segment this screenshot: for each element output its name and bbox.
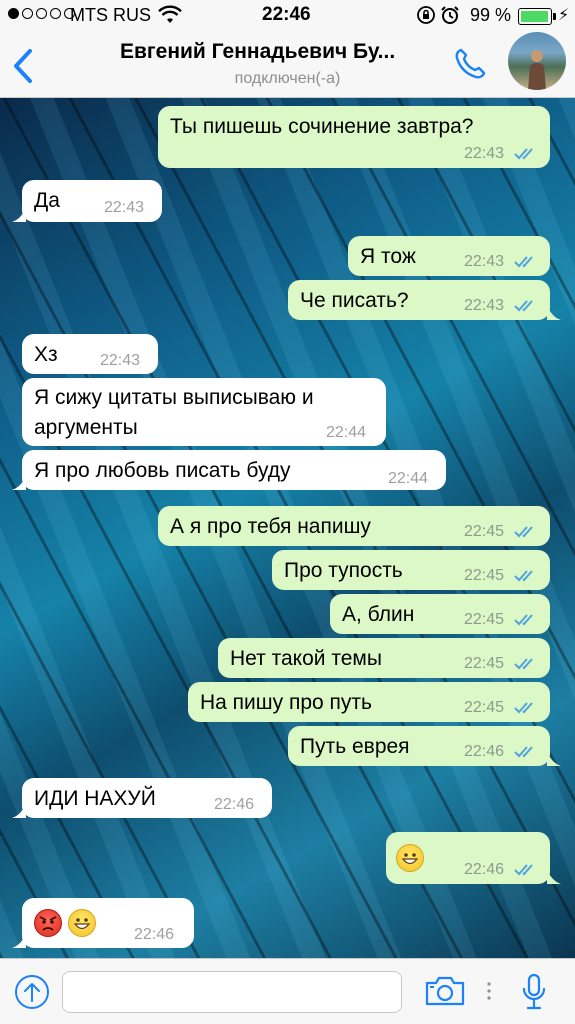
bubble-tail (547, 306, 561, 320)
message-time: 22:46 (464, 743, 505, 760)
message-time: 22:43 (464, 253, 505, 270)
message-text: Я сижу цитаты выписываю и аргументы (34, 386, 314, 439)
message-time: 22:46 (464, 861, 505, 878)
bubble-tail (12, 804, 26, 818)
share-upload-icon[interactable] (14, 974, 50, 1010)
bubble-tail (547, 752, 561, 766)
message-incoming[interactable]: Я сижу цитаты выписываю и аргументы 22:4… (22, 378, 386, 446)
rotation-lock-icon (417, 6, 435, 24)
grinning-face-icon (396, 844, 424, 872)
composer-bar (0, 958, 575, 1024)
message-text: Нет такой темы (230, 647, 382, 670)
message-time: 22:45 (464, 523, 505, 540)
wifi-icon (158, 5, 182, 23)
message-incoming[interactable]: 22:46 (22, 898, 194, 948)
message-time: 22:43 (104, 199, 145, 216)
read-receipt-icon (514, 148, 533, 160)
message-time: 22:45 (464, 611, 505, 628)
carrier-label: MTS RUS (70, 5, 151, 25)
more-options-icon[interactable] (486, 981, 492, 1001)
microphone-icon[interactable] (522, 973, 546, 1011)
read-receipt-icon (514, 256, 533, 268)
read-receipt-icon (514, 658, 533, 670)
charging-icon: ⚡ (558, 7, 570, 24)
chat-header: Евгений Геннадьевич Бу... подключен(-а) (0, 32, 575, 98)
message-time: 22:46 (214, 796, 255, 813)
contact-status: подключен(-а) (234, 70, 341, 87)
camera-icon[interactable] (424, 975, 466, 1007)
message-incoming[interactable]: ИДИ НАХУЙ 22:46 (22, 778, 272, 818)
bubble-tail (12, 208, 26, 222)
message-text: ИДИ НАХУЙ (34, 787, 156, 810)
message-text: Про тупость (284, 559, 403, 582)
bubble-tail (12, 934, 26, 948)
message-text: На пишу про путь (200, 691, 372, 714)
grinning-face-icon (68, 909, 96, 937)
message-text: А, блин (342, 603, 415, 626)
message-outgoing[interactable]: А, блин 22:45 (330, 594, 550, 634)
signal-strength-icon (8, 8, 75, 19)
message-time: 22:45 (464, 699, 505, 716)
message-text: Я тож (360, 245, 416, 268)
clock: 22:46 (262, 4, 311, 25)
message-outgoing[interactable]: Про тупость 22:45 (272, 550, 550, 590)
contact-name[interactable]: Евгений Геннадьевич Бу... (120, 40, 455, 64)
bubble-tail (12, 476, 26, 490)
read-receipt-icon (514, 614, 533, 626)
message-outgoing[interactable]: Ты пишешь сочинение завтра? 22:43 (158, 106, 550, 168)
message-text: Хз (34, 343, 58, 366)
message-outgoing[interactable]: На пишу про путь 22:45 (188, 682, 550, 722)
message-time: 22:44 (326, 424, 367, 441)
battery-icon (518, 8, 552, 25)
message-time: 22:44 (388, 470, 429, 487)
alarm-icon (441, 6, 459, 24)
message-time: 22:45 (464, 567, 505, 584)
message-text: Ты пишешь сочинение завтра? (170, 115, 474, 138)
read-receipt-icon (514, 702, 533, 714)
chevron-left-icon[interactable] (10, 46, 36, 86)
message-outgoing[interactable]: А я про тебя напишу 22:45 (158, 506, 550, 546)
battery-percent: 99 % (470, 5, 512, 25)
read-receipt-icon (514, 746, 533, 758)
message-text: Я про любовь писать буду (34, 459, 291, 482)
read-receipt-icon (514, 864, 533, 876)
message-text: Путь еврея (300, 735, 410, 758)
bubble-tail (547, 870, 561, 884)
read-receipt-icon (514, 300, 533, 312)
message-time: 22:43 (100, 352, 141, 369)
message-incoming[interactable]: Хз 22:43 (22, 334, 158, 374)
message-text: Че писать? (300, 289, 409, 312)
message-time: 22:43 (464, 297, 505, 314)
read-receipt-icon (514, 570, 533, 582)
message-time: 22:43 (464, 145, 505, 162)
message-outgoing[interactable]: Че писать? 22:43 (288, 280, 550, 320)
message-incoming[interactable]: Да 22:43 (22, 180, 162, 222)
message-time: 22:46 (134, 926, 175, 943)
message-input[interactable] (62, 971, 402, 1013)
message-outgoing[interactable]: Путь еврея 22:46 (288, 726, 550, 766)
message-outgoing[interactable]: Я тож 22:43 (348, 236, 550, 276)
message-outgoing[interactable]: Нет такой темы 22:45 (218, 638, 550, 678)
angry-face-icon (34, 909, 62, 937)
status-bar: MTS RUS 22:46 99 % ⚡ (0, 0, 575, 34)
message-outgoing[interactable]: 22:46 (386, 832, 550, 884)
message-incoming[interactable]: Я про любовь писать буду 22:44 (22, 450, 446, 490)
avatar[interactable] (508, 32, 566, 90)
read-receipt-icon (514, 526, 533, 538)
message-text: Да (34, 189, 60, 212)
message-list[interactable]: Ты пишешь сочинение завтра? 22:43 Да 22:… (0, 98, 575, 958)
message-time: 22:45 (464, 655, 505, 672)
message-text: А я про тебя напишу (170, 515, 371, 538)
phone-icon[interactable] (452, 46, 488, 82)
